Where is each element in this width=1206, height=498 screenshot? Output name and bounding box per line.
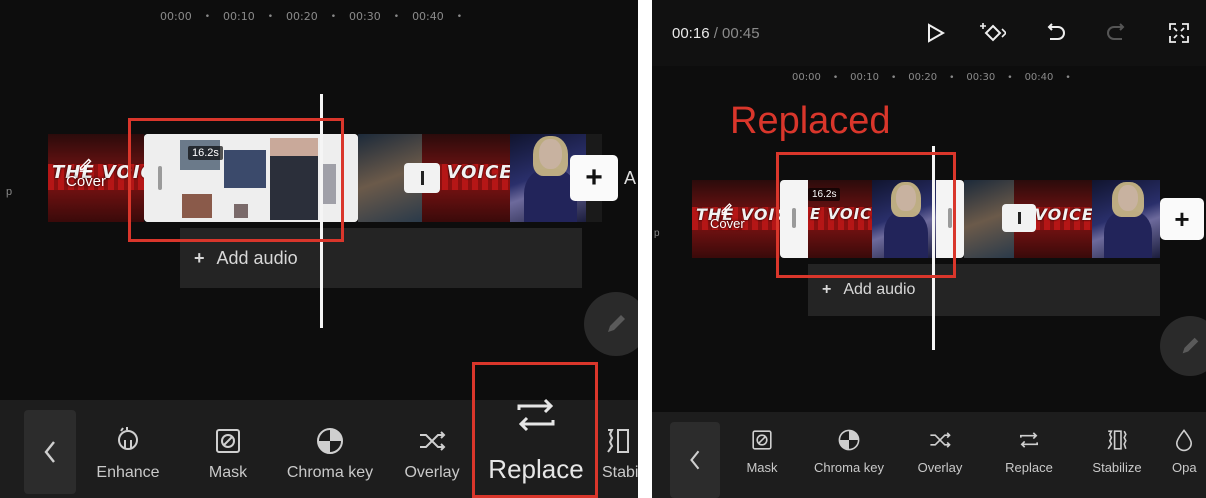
ruler-tick: 00:30 — [966, 72, 996, 83]
replace-highlight-box — [472, 362, 598, 498]
clip-frame — [1092, 180, 1160, 258]
undo-icon — [1047, 23, 1065, 40]
chevron-left-icon — [690, 450, 700, 470]
split-button[interactable] — [1002, 204, 1036, 232]
enhance-icon — [118, 427, 139, 450]
overlay-icon — [420, 431, 446, 451]
ruler-tick: 00:30 — [349, 10, 381, 23]
timeline-clips[interactable]: E VOICE — [964, 180, 1160, 258]
tool-chroma-key[interactable]: Chroma key — [282, 426, 378, 482]
mask-icon — [752, 430, 772, 450]
tool-stabilize[interactable]: Stabilize — [1082, 428, 1152, 475]
add-clip-button[interactable]: + — [570, 155, 618, 201]
chroma-key-icon — [317, 428, 343, 454]
selection-highlight-box — [128, 118, 344, 242]
track-edge-label: p — [6, 186, 13, 198]
edit-button[interactable] — [1160, 316, 1206, 376]
ruler-tick: 00:00 — [160, 10, 192, 23]
tool-enhance[interactable]: Enhance — [92, 426, 164, 482]
tool-overlay[interactable]: Overlay — [908, 428, 972, 475]
split-button[interactable] — [404, 163, 440, 193]
fullscreen-icon — [1169, 23, 1189, 43]
back-button[interactable] — [670, 422, 720, 498]
replaced-annotation: Replaced — [730, 100, 891, 142]
tool-stabilize[interactable]: Stabi — [602, 426, 638, 482]
editor-before-panel: 00:00 • 00:10 • 00:20 • 00:30 • 00:40 • … — [0, 0, 638, 498]
undo-button[interactable] — [1042, 20, 1068, 46]
overlay-icon — [930, 432, 951, 448]
ruler-tick: 00:10 — [850, 72, 879, 83]
tool-opacity[interactable]: Opa — [1172, 428, 1206, 475]
editor-after-panel: 00:16 / 00:45 00:00 • 00:10 • 00:20 • 00… — [652, 0, 1206, 498]
pencil-icon — [608, 315, 625, 332]
add-audio-label: Add audio — [843, 281, 916, 298]
ruler-tick: 00:40 — [412, 10, 444, 23]
tool-mask[interactable]: Mask — [738, 428, 786, 475]
cover-label: Cover — [710, 216, 745, 231]
play-icon — [928, 23, 946, 43]
ruler-tick: 00:10 — [223, 10, 255, 23]
time-display: 00:16 / 00:45 — [672, 25, 760, 42]
keyframe-button[interactable] — [980, 20, 1006, 46]
current-time: 00:16 — [672, 25, 710, 42]
chroma-key-icon — [838, 429, 860, 451]
mask-icon — [216, 429, 240, 453]
redo-icon — [1107, 23, 1125, 40]
tool-replace[interactable]: Replace — [994, 428, 1064, 475]
edit-button[interactable] — [584, 292, 638, 356]
opacity-icon — [1175, 429, 1193, 452]
plus-icon: + — [822, 281, 832, 298]
back-button[interactable] — [24, 410, 76, 494]
bottom-toolbar: Mask Chroma key Overlay Replace Stabiliz… — [652, 412, 1206, 498]
stabilize-icon — [607, 429, 629, 453]
tool-overlay[interactable]: Overlay — [400, 426, 464, 482]
redo-button[interactable] — [1104, 20, 1130, 46]
cover-button[interactable]: Cover — [66, 155, 106, 190]
keyframe-icon — [980, 23, 1006, 42]
ruler-tick: 00:20 — [286, 10, 318, 23]
total-time: / 00:45 — [709, 25, 760, 42]
plus-icon: + — [194, 247, 205, 268]
add-audio-label: Add audio — [216, 247, 298, 268]
add-label: A — [624, 168, 637, 188]
cover-button[interactable]: Cover — [710, 200, 745, 231]
add-clip-button[interactable]: + — [1160, 198, 1204, 240]
timeline-clips[interactable]: E VOICE — [358, 134, 602, 222]
timeline-ruler: 00:00 • 00:10 • 00:20 • 00:30 • 00:40 • — [792, 72, 1071, 83]
ruler-tick: 00:00 — [792, 72, 821, 83]
tool-chroma-key[interactable]: Chroma key — [806, 428, 892, 475]
fullscreen-button[interactable] — [1166, 20, 1192, 46]
track-edge-label: p — [654, 228, 660, 239]
playback-bar: 00:16 / 00:45 — [652, 0, 1206, 66]
pen-icon — [79, 158, 93, 172]
timeline-ruler: 00:00 • 00:10 • 00:20 • 00:30 • 00:40 • — [160, 10, 463, 23]
chevron-left-icon — [44, 441, 55, 463]
tool-mask[interactable]: Mask — [196, 426, 260, 482]
ruler-tick: 00:20 — [908, 72, 938, 83]
play-button[interactable] — [922, 20, 948, 46]
stabilize-icon — [1107, 430, 1127, 450]
cover-label: Cover — [66, 173, 107, 190]
ruler-tick: 00:40 — [1024, 72, 1054, 83]
replaced-highlight-box — [776, 152, 956, 278]
pencil-icon — [1182, 337, 1199, 354]
replace-icon — [1020, 432, 1038, 448]
pen-icon — [721, 203, 733, 216]
